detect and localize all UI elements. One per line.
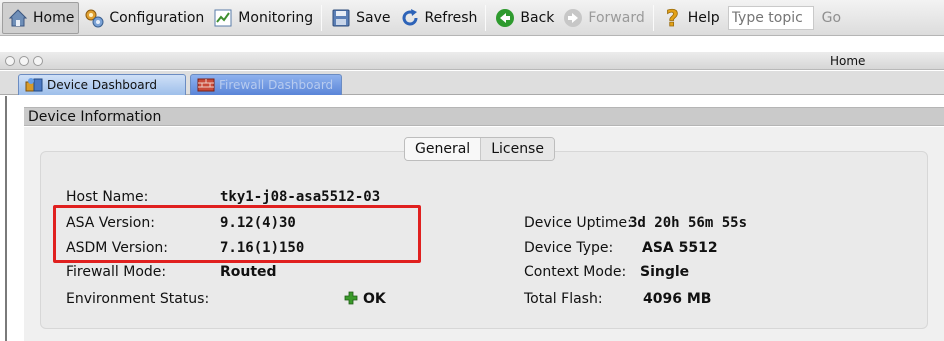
forward-arrow-icon xyxy=(562,7,584,29)
window-title-bar: Home xyxy=(0,52,944,70)
gear-icon xyxy=(83,7,105,29)
window-controls xyxy=(5,55,43,66)
tab-device-dashboard[interactable]: Device Dashboard xyxy=(18,74,186,95)
environment-status-value: OK xyxy=(363,291,386,307)
window-title: Home xyxy=(830,54,866,68)
window-left-border xyxy=(5,96,7,341)
tab-firewall-dashboard[interactable]: Firewall Dashboard xyxy=(190,74,342,95)
version-highlight-box xyxy=(53,205,421,263)
plus-status-icon xyxy=(343,290,359,306)
refresh-button[interactable]: Refresh xyxy=(395,3,482,33)
back-button[interactable]: Back xyxy=(490,3,558,33)
help-search-input[interactable] xyxy=(727,5,814,30)
monitoring-icon xyxy=(212,7,234,29)
host-name-value: tky1-j08-asa5512-03 xyxy=(220,189,381,205)
dashboard-tab-strip: Device Dashboard Firewall Dashboard xyxy=(0,71,944,95)
help-label: Help xyxy=(687,9,720,26)
help-question-icon: ? xyxy=(662,7,684,29)
save-button[interactable]: Save xyxy=(326,3,394,33)
monitoring-button[interactable]: Monitoring xyxy=(208,3,317,33)
floppy-disk-icon xyxy=(330,7,352,29)
save-label: Save xyxy=(356,9,391,26)
monitoring-label: Monitoring xyxy=(238,9,314,26)
firewall-mode-label: Firewall Mode: xyxy=(66,264,167,280)
minimize-window-button[interactable] xyxy=(19,55,29,66)
toolbar-separator xyxy=(652,4,654,31)
firewall-mode-value: Routed xyxy=(220,264,277,280)
back-label: Back xyxy=(520,9,555,26)
configuration-button[interactable]: Configuration xyxy=(79,3,208,33)
svg-text:?: ? xyxy=(666,7,679,29)
go-button[interactable]: Go xyxy=(822,10,841,26)
subtab-license[interactable]: License xyxy=(480,138,554,160)
device-type-value: ASA 5512 xyxy=(642,240,718,256)
dashboard-icon xyxy=(25,77,43,93)
refresh-label: Refresh xyxy=(424,9,478,26)
total-flash-value: 4096 MB xyxy=(643,291,712,307)
device-type-label: Device Type: xyxy=(524,240,614,256)
info-subtabs: General License xyxy=(404,137,555,161)
forward-label: Forward xyxy=(588,9,645,26)
main-toolbar: Home Configuration Monitoring Save Refre… xyxy=(0,0,944,36)
refresh-icon xyxy=(399,7,421,29)
total-flash-label: Total Flash: xyxy=(524,291,603,307)
back-arrow-icon xyxy=(494,7,516,29)
help-button[interactable]: ? Help xyxy=(658,3,724,33)
toolbar-separator xyxy=(321,4,323,31)
zoom-window-button[interactable] xyxy=(33,55,43,66)
context-mode-value: Single xyxy=(640,264,690,280)
toolbar-separator xyxy=(485,4,487,31)
close-window-button[interactable] xyxy=(5,55,15,66)
device-information-header: Device Information xyxy=(24,107,944,126)
tab-label: Firewall Dashboard xyxy=(219,78,334,92)
forward-button[interactable]: Forward xyxy=(558,3,648,33)
configuration-label: Configuration xyxy=(109,9,205,26)
environment-status-label: Environment Status: xyxy=(66,291,210,307)
home-icon xyxy=(7,7,29,29)
context-mode-label: Context Mode: xyxy=(524,264,627,280)
home-label: Home xyxy=(33,9,75,26)
host-name-label: Host Name: xyxy=(66,189,149,205)
home-button[interactable]: Home xyxy=(2,1,80,34)
firewall-icon xyxy=(197,77,215,93)
subtab-general[interactable]: General xyxy=(405,138,481,160)
device-uptime-label: Device Uptime: xyxy=(524,215,632,231)
tab-label: Device Dashboard xyxy=(47,78,157,92)
device-uptime-value: 3d 20h 56m 55s xyxy=(629,215,748,231)
